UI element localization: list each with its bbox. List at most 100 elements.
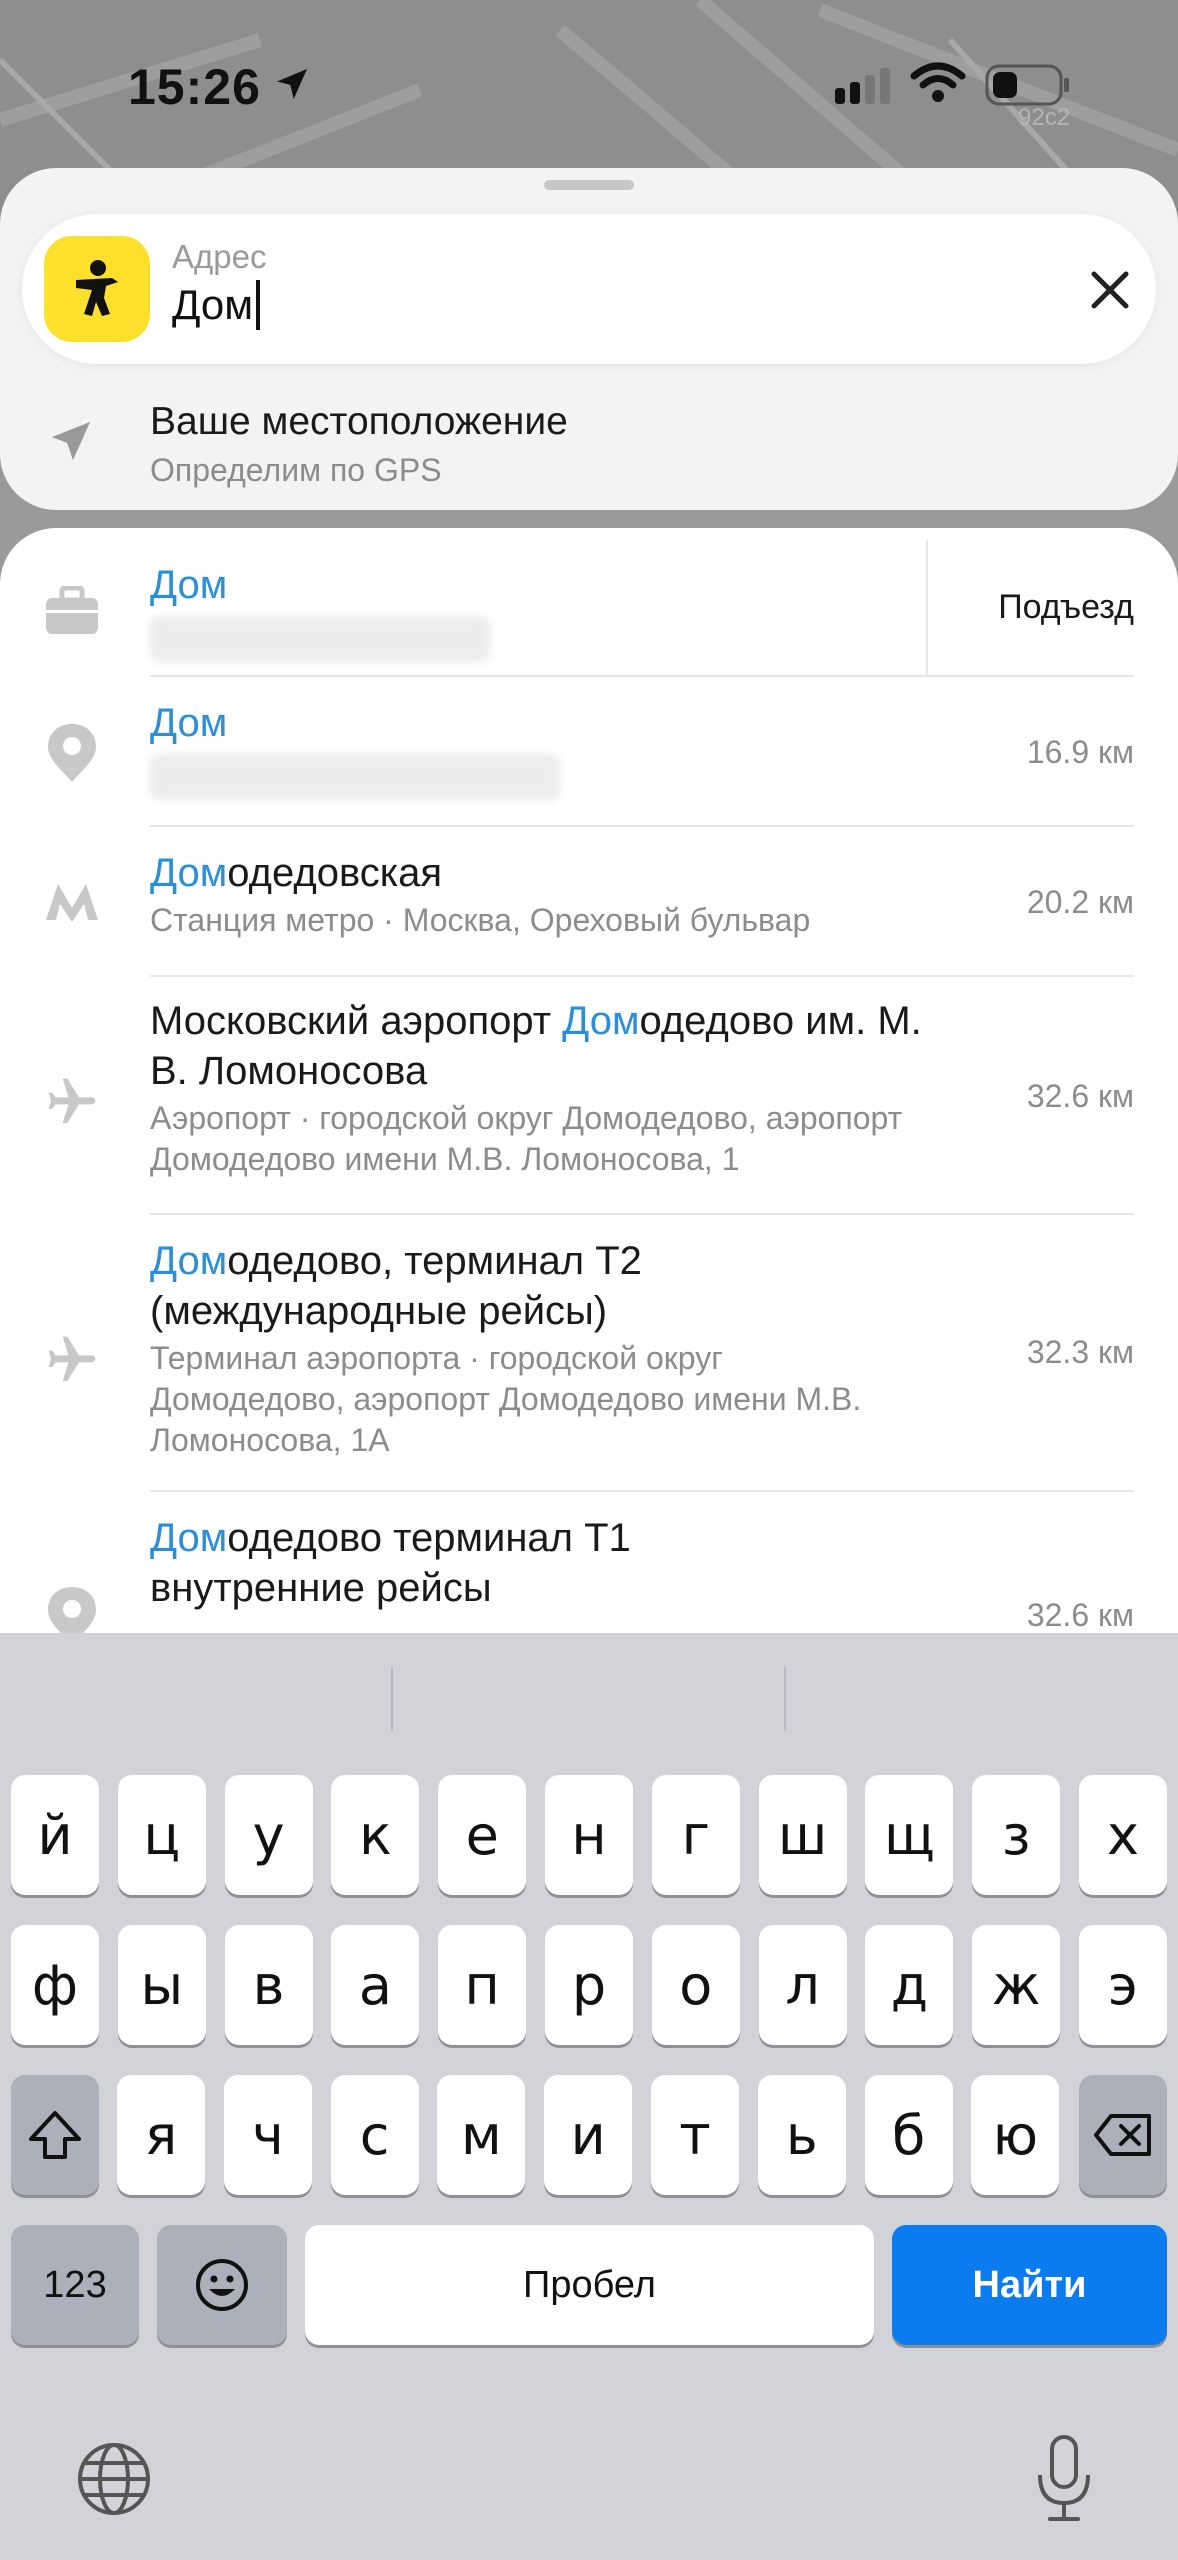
current-location-title: Ваше местоположение: [150, 400, 568, 443]
letter-key[interactable]: г: [651, 1775, 740, 1895]
result-title-line2: В. Ломоносова: [150, 1049, 428, 1093]
address-search-field[interactable]: Адрес Дом: [22, 214, 1156, 364]
letter-key[interactable]: э: [1079, 1925, 1167, 2045]
letter-key[interactable]: ч: [223, 2075, 312, 2195]
divider: [150, 1213, 1134, 1215]
result-subtitle: Станция метро · Москва, Ореховый бульвар: [150, 902, 811, 938]
letter-key[interactable]: и: [544, 2075, 633, 2195]
letter-key[interactable]: ю: [971, 2075, 1060, 2195]
letter-key[interactable]: ж: [972, 1925, 1061, 2045]
result-title: Дом: [150, 563, 228, 607]
divider: [150, 1490, 1134, 1492]
list-item[interactable]: Дом 16.9 км: [0, 678, 1178, 828]
pin-icon: [44, 722, 100, 789]
letter-key[interactable]: н: [545, 1775, 633, 1895]
distance-label: 20.2 км: [1026, 884, 1134, 920]
list-item[interactable]: Московский аэропорт Домодедово им. М. В.…: [0, 978, 1178, 1218]
result-title: Дом: [150, 701, 228, 745]
letter-key[interactable]: ы: [117, 1925, 206, 2045]
letter-key[interactable]: ш: [758, 1775, 847, 1895]
result-subtitle-line2: Домодедово, аэропорт Домодедово имени М.…: [150, 1381, 862, 1417]
letter-key[interactable]: д: [865, 1925, 954, 2045]
letter-key[interactable]: я: [117, 2075, 205, 2195]
close-icon[interactable]: [1082, 262, 1138, 318]
microphone-icon[interactable]: [1032, 2433, 1096, 2528]
result-subtitle: Аэропорт · городской округ Домодедово, а…: [150, 1100, 903, 1136]
sheet-grabber[interactable]: [544, 180, 634, 190]
distance-label: 32.3 км: [1026, 1334, 1134, 1370]
letter-key[interactable]: ц: [117, 1775, 206, 1895]
search-submit-key[interactable]: Найти: [892, 2225, 1167, 2345]
result-title: Московский аэропорт Домодедово им. М.: [150, 999, 922, 1043]
letter-key[interactable]: х: [1079, 1775, 1167, 1895]
letter-key[interactable]: т: [651, 2075, 739, 2195]
list-item[interactable]: Дом Подъезд: [0, 540, 1178, 680]
letter-key[interactable]: о: [651, 1925, 740, 2045]
results-list: Дом Подъезд Дом 16.9 км Домодедовская Ст…: [0, 528, 1178, 1633]
briefcase-icon: [44, 585, 100, 641]
metro-icon: [44, 882, 100, 927]
globe-icon[interactable]: [76, 2441, 152, 2522]
search-input-text: Дом: [172, 281, 254, 328]
letter-key[interactable]: в: [224, 1925, 313, 2045]
status-time: 15:26: [128, 59, 261, 115]
blurred-address: [150, 616, 490, 662]
result-title: Домодедовская: [150, 851, 443, 895]
list-item[interactable]: Домодедовская Станция метро · Москва, Ор…: [0, 828, 1178, 978]
airplane-icon: [44, 1074, 100, 1135]
letter-key[interactable]: ф: [11, 1925, 99, 2045]
suggestion-separator: [784, 1667, 786, 1731]
letter-key[interactable]: ь: [757, 2075, 846, 2195]
pin-icon: [44, 1585, 100, 1633]
list-item[interactable]: Домодедово, терминал Т2 (международные р…: [0, 1216, 1178, 1494]
divider: [150, 825, 1134, 827]
person-pointing-icon: [44, 236, 150, 342]
status-bar: 15:26 92с2: [0, 0, 1178, 170]
entrance-button[interactable]: Подъезд: [926, 540, 1134, 675]
backspace-key[interactable]: [1079, 2075, 1167, 2195]
letter-key[interactable]: щ: [865, 1775, 954, 1895]
search-sheet: Адрес Дом Ваше местоположение Определим …: [0, 168, 1178, 510]
letter-key[interactable]: р: [545, 1925, 633, 2045]
navigation-arrow-icon: [48, 418, 94, 469]
text-cursor: [256, 280, 261, 330]
letter-key[interactable]: й: [11, 1775, 99, 1895]
emoji-icon[interactable]: [157, 2225, 287, 2345]
letter-key[interactable]: у: [224, 1775, 313, 1895]
result-subtitle: Терминал аэропорта · городской округ: [150, 1340, 723, 1376]
current-location-row[interactable]: Ваше местоположение Определим по GPS: [0, 378, 1178, 498]
letter-key[interactable]: б: [864, 2075, 953, 2195]
letter-key[interactable]: к: [331, 1775, 420, 1895]
map-house-number: 92с2: [1018, 104, 1071, 131]
letter-key[interactable]: а: [331, 1925, 420, 2045]
search-input[interactable]: Дом: [172, 280, 261, 330]
location-services-icon: [272, 64, 312, 109]
distance-label: 32.6 км: [1026, 1078, 1134, 1114]
distance-label: 32.6 км: [1026, 1597, 1134, 1633]
result-title-line2: (международные рейсы): [150, 1289, 608, 1333]
result-title: Домодедово терминал Т1: [150, 1516, 631, 1560]
result-title: Домодедово, терминал Т2: [150, 1239, 642, 1283]
divider: [150, 675, 1134, 677]
divider: [150, 975, 1134, 977]
result-subtitle-line3: Ломоносова, 1А: [150, 1422, 390, 1458]
field-label: Адрес: [172, 238, 267, 275]
letter-key[interactable]: л: [758, 1925, 847, 2045]
letter-key[interactable]: е: [438, 1775, 527, 1895]
current-location-subtitle: Определим по GPS: [150, 452, 442, 488]
letter-key[interactable]: з: [972, 1775, 1061, 1895]
shift-key[interactable]: [11, 2075, 99, 2195]
result-title-line2: внутренние рейсы: [150, 1566, 492, 1610]
space-key[interactable]: Пробел: [305, 2225, 874, 2345]
letter-key[interactable]: с: [330, 2075, 419, 2195]
airplane-icon: [44, 1332, 100, 1393]
list-item[interactable]: Домодедово терминал Т1 внутренние рейсы …: [0, 1493, 1178, 1633]
keyboard: 123 Пробел Найти йцукенгшщзх фывапролджэ я…: [0, 1633, 1178, 2560]
blurred-address: [150, 754, 560, 800]
wifi-icon: [910, 62, 966, 109]
numbers-key[interactable]: 123: [11, 2225, 139, 2345]
result-subtitle-line2: Домодедово имени М.В. Ломоносова, 1: [150, 1141, 740, 1177]
letter-key[interactable]: п: [438, 1925, 527, 2045]
cellular-signal-icon: [835, 68, 895, 109]
letter-key[interactable]: м: [437, 2075, 526, 2195]
